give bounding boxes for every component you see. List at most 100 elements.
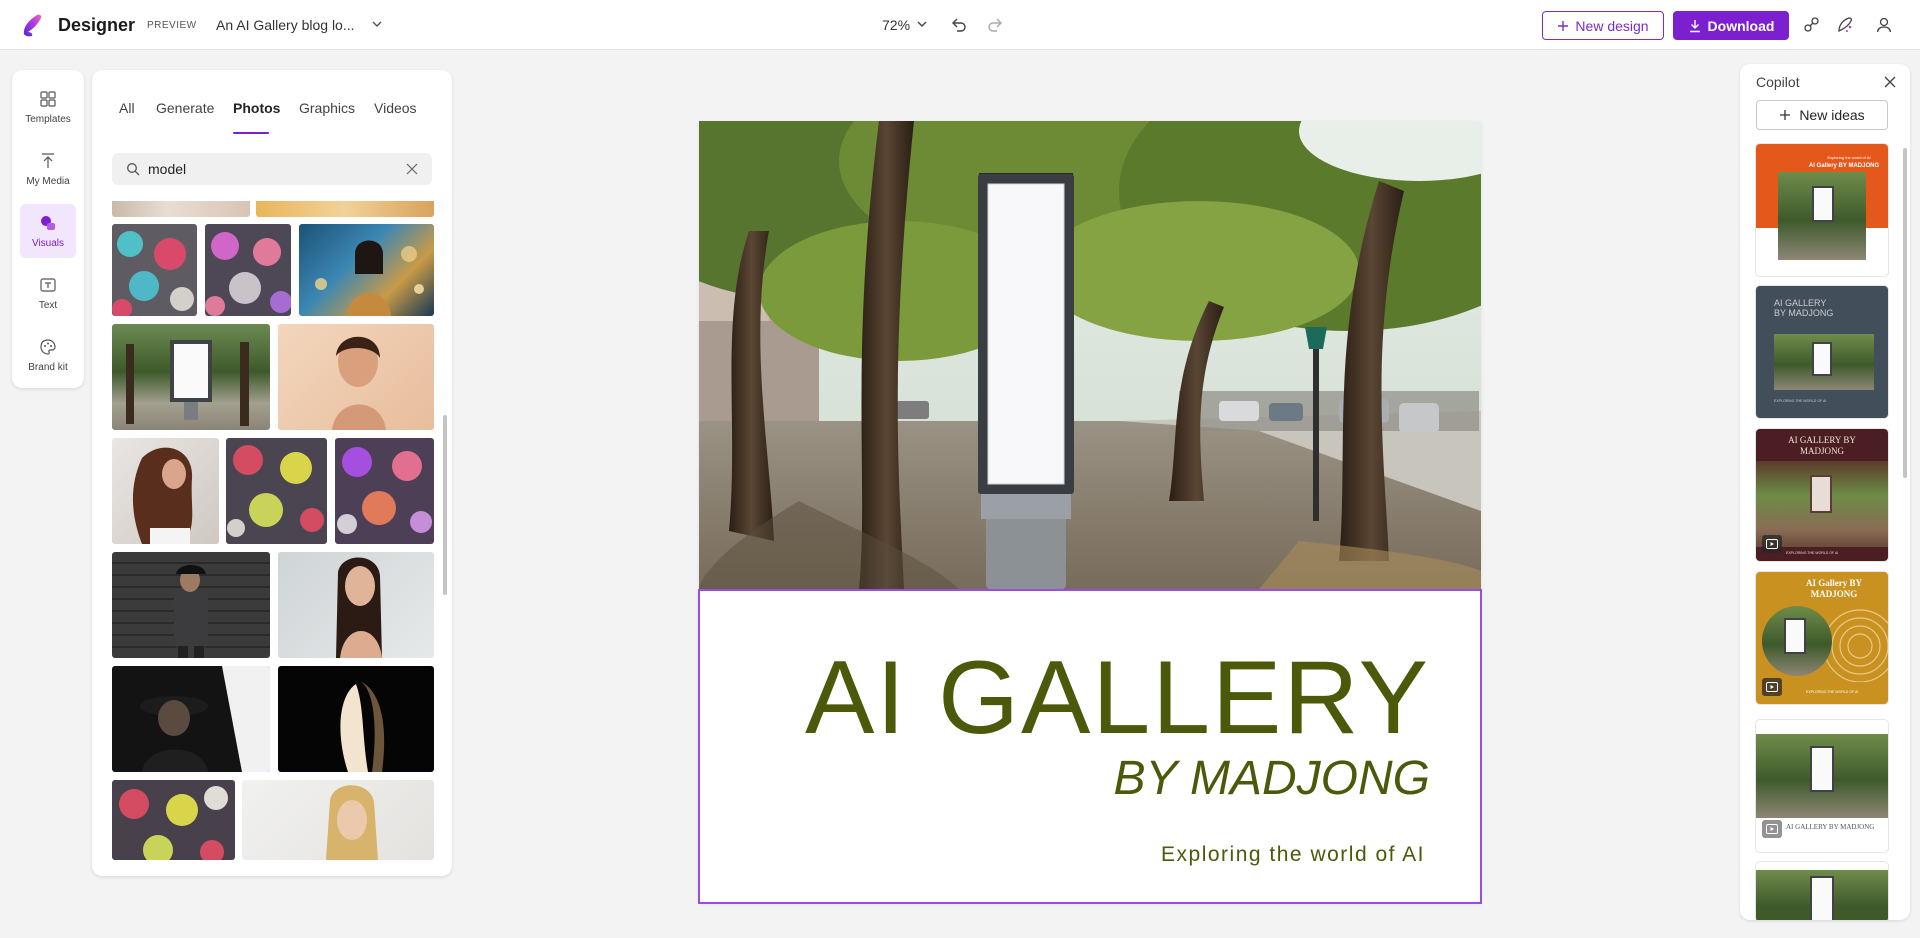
play-video-icon[interactable] bbox=[1762, 535, 1782, 553]
card-title: AI GALLERY BY MADJONG bbox=[1774, 298, 1834, 318]
visuals-icon bbox=[41, 215, 55, 230]
panel-scrollbar[interactable] bbox=[443, 415, 447, 595]
download-icon bbox=[1689, 19, 1700, 32]
clear-search-icon[interactable] bbox=[406, 163, 418, 175]
card-photo bbox=[1756, 870, 1888, 920]
card-photo bbox=[1778, 172, 1866, 260]
card-photo bbox=[1762, 606, 1832, 676]
photo-thumbnail[interactable] bbox=[112, 224, 197, 316]
rail-label: Visuals bbox=[31, 237, 65, 249]
rail-item-brand-kit[interactable]: Brand kit bbox=[20, 328, 76, 382]
photo-thumbnail[interactable] bbox=[112, 666, 270, 772]
photo-thumbnail[interactable] bbox=[299, 224, 434, 316]
new-design-button[interactable]: New design bbox=[1542, 11, 1664, 40]
photo-thumbnail[interactable] bbox=[112, 201, 250, 217]
rail-label: Brand kit bbox=[28, 361, 68, 373]
tab-photos[interactable]: Photos bbox=[233, 100, 280, 116]
copilot-title: Copilot bbox=[1756, 74, 1800, 90]
tab-videos[interactable]: Videos bbox=[374, 100, 417, 116]
text-icon bbox=[40, 277, 56, 292]
plus-icon bbox=[1558, 20, 1569, 31]
photo-thumbnail[interactable] bbox=[278, 666, 434, 772]
play-video-icon[interactable] bbox=[1762, 678, 1782, 696]
templates-icon bbox=[40, 90, 56, 107]
photo-thumbnail[interactable] bbox=[278, 552, 434, 658]
tab-generate[interactable]: Generate bbox=[156, 100, 214, 116]
street-billboard-image bbox=[126, 340, 249, 426]
design-suggestion-card[interactable]: AI GALLERY BY MADJONG EXPLORING THE WORL… bbox=[1756, 286, 1888, 418]
design-canvas[interactable]: AI GALLERY BY MADJONG Exploring the worl… bbox=[698, 121, 1482, 904]
download-label: Download bbox=[1707, 17, 1775, 34]
close-icon[interactable] bbox=[1884, 76, 1896, 88]
rail-item-my-media[interactable]: My Media bbox=[20, 142, 76, 196]
zoom-level[interactable]: 72% bbox=[882, 17, 910, 33]
photo-thumbnail[interactable] bbox=[112, 780, 235, 860]
search-icon bbox=[127, 163, 140, 176]
document-title[interactable]: An AI Gallery blog lo... bbox=[216, 17, 355, 33]
card-title: AI GALLERY BY MADJONG bbox=[1786, 823, 1875, 831]
photo-thumbnail[interactable] bbox=[226, 438, 327, 544]
tagline-text[interactable]: Exploring the world of AI bbox=[1161, 843, 1425, 867]
photo-thumbnail[interactable] bbox=[112, 324, 270, 430]
account-icon[interactable] bbox=[1874, 15, 1894, 35]
photo-thumbnail[interactable] bbox=[205, 224, 291, 316]
card-subtitle: EXPLORING THE WORLD OF AI bbox=[1786, 551, 1839, 555]
rail-label: Text bbox=[38, 299, 58, 311]
title-text-box[interactable]: AI GALLERY BY MADJONG Exploring the worl… bbox=[698, 589, 1482, 904]
card-title: AI Gallery BY MADJONG bbox=[1806, 578, 1862, 599]
photo-thumbnail[interactable] bbox=[112, 552, 270, 658]
design-suggestion-card[interactable]: AI GALLERY BY MADJONG EXPLORING THE WORL… bbox=[1756, 429, 1888, 561]
photo-results-grid bbox=[92, 201, 452, 861]
redo-icon[interactable] bbox=[986, 15, 1004, 33]
rail-item-visuals[interactable]: Visuals bbox=[20, 204, 76, 258]
app-name: Designer bbox=[58, 15, 136, 35]
chevron-down-icon[interactable] bbox=[370, 17, 384, 31]
woman-skincare-portrait-image bbox=[332, 336, 386, 430]
left-rail: Templates My Media Visuals Text Brand ki… bbox=[12, 70, 84, 388]
media-tabs: All Generate Photos Graphics Videos bbox=[92, 100, 452, 130]
new-ideas-button[interactable]: New ideas bbox=[1756, 100, 1888, 130]
design-suggestion-card[interactable] bbox=[1756, 862, 1888, 920]
zoom-chevron-down-icon[interactable] bbox=[916, 18, 928, 30]
floral-pattern-image bbox=[119, 786, 228, 860]
woman-beauty-portrait-image bbox=[336, 557, 382, 658]
floral-pattern-image bbox=[337, 447, 432, 534]
plus-icon bbox=[1780, 110, 1791, 120]
top-bar: Designer PREVIEW An AI Gallery blog lo..… bbox=[0, 0, 1920, 50]
design-suggestion-card[interactable]: AI Gallery BY MADJONG EXPLORING THE WORL… bbox=[1756, 572, 1888, 704]
floral-pattern-image bbox=[227, 445, 324, 537]
design-suggestion-card[interactable]: Exploring the world of AI AI Gallery BY … bbox=[1756, 144, 1888, 276]
photo-thumbnail[interactable] bbox=[256, 201, 434, 217]
search-box bbox=[112, 153, 432, 185]
card-small-text: Exploring the world of AI bbox=[1827, 155, 1871, 160]
photo-thumbnail[interactable] bbox=[278, 324, 434, 430]
floral-pattern-image bbox=[112, 231, 194, 316]
play-video-icon[interactable] bbox=[1762, 820, 1782, 838]
search-input[interactable] bbox=[148, 153, 388, 185]
share-icon[interactable] bbox=[1801, 15, 1821, 35]
design-suggestion-card[interactable]: AI GALLERY BY MADJONG bbox=[1756, 720, 1888, 852]
rail-item-templates[interactable]: Templates bbox=[20, 80, 76, 134]
headline-text[interactable]: AI GALLERY bbox=[805, 639, 1430, 758]
tab-graphics[interactable]: Graphics bbox=[299, 100, 355, 116]
copilot-panel: Copilot New ideas Exploring the world of… bbox=[1740, 64, 1910, 920]
tab-all[interactable]: All bbox=[119, 100, 135, 116]
floral-pattern-image bbox=[205, 232, 291, 316]
active-tab-indicator bbox=[233, 132, 269, 134]
photo-thumbnail[interactable] bbox=[242, 780, 434, 860]
undo-icon[interactable] bbox=[950, 15, 968, 33]
street-scene-image bbox=[699, 121, 1481, 589]
new-ideas-label: New ideas bbox=[1799, 107, 1865, 123]
copilot-icon[interactable] bbox=[1835, 15, 1855, 35]
rail-item-text[interactable]: Text bbox=[20, 266, 76, 320]
download-button[interactable]: Download bbox=[1673, 11, 1789, 40]
photo-thumbnail[interactable] bbox=[335, 438, 434, 544]
byline-text[interactable]: BY MADJONG bbox=[1114, 751, 1431, 806]
photo-thumbnail[interactable] bbox=[112, 438, 219, 544]
rail-label: My Media bbox=[26, 175, 70, 187]
woman-silhouette-light-image bbox=[340, 680, 385, 772]
designer-logo-icon[interactable] bbox=[20, 12, 46, 38]
woman-portrait-image bbox=[315, 240, 424, 316]
street-billboard-photo[interactable] bbox=[699, 121, 1481, 589]
copilot-scrollbar[interactable] bbox=[1903, 148, 1907, 478]
